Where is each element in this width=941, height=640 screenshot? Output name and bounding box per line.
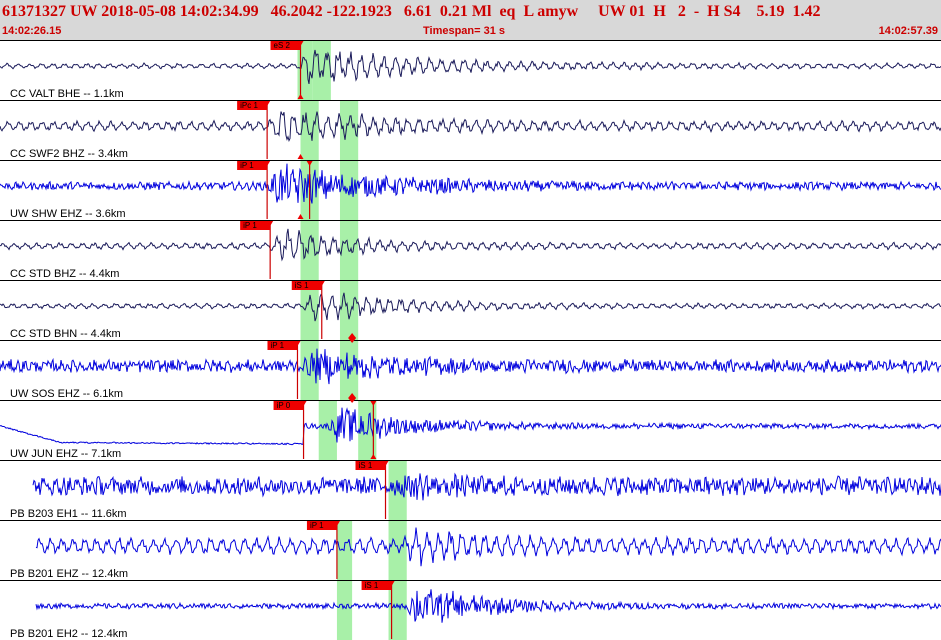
traces xyxy=(0,40,941,623)
waveform xyxy=(0,348,941,385)
waveform xyxy=(0,228,941,262)
station-label: PB B201 EHZ -- 12.4km xyxy=(10,568,128,580)
pick-label: eS 2 xyxy=(274,41,291,50)
station-labels: CC VALT BHE -- 1.1km CC SWF2 BHZ -- 3.4km… xyxy=(10,88,128,640)
pick-label: iS 1 xyxy=(365,581,379,590)
station-label: CC VALT BHE -- 1.1km xyxy=(10,88,124,100)
pick-window xyxy=(312,40,331,100)
pick-label: iP 1 xyxy=(240,161,254,170)
pick-label: iS 1 xyxy=(359,461,373,470)
pick-label: iS 1 xyxy=(295,281,309,290)
waveform xyxy=(0,111,941,143)
timespan-label: Timespan= 31 s xyxy=(423,25,506,37)
pick-label: iP 1 xyxy=(243,221,257,230)
pick-label: iP 0 xyxy=(277,401,291,410)
seismogram-panel[interactable]: eS 2 iPc 1 iP 1 iP 1 iS 1 iP 1 iP 0 iS 1 iP 1 iS … xyxy=(0,40,941,640)
event-header: 61371327 UW 2018-05-08 14:02:34.99 46.20… xyxy=(0,0,941,41)
waveform xyxy=(0,407,941,446)
station-label: PB B201 EH2 -- 12.4km xyxy=(10,628,127,640)
station-label: PB B203 EH1 -- 11.6km xyxy=(10,508,127,520)
waveform xyxy=(0,49,941,85)
station-label: UW SHW EHZ -- 3.6km xyxy=(10,208,126,220)
pick-label: iP 1 xyxy=(270,341,284,350)
waveform xyxy=(0,163,941,204)
station-label: CC SWF2 BHZ -- 3.4km xyxy=(10,148,128,160)
event-summary: 61371327 UW 2018-05-08 14:02:34.99 46.20… xyxy=(2,3,821,20)
waveform xyxy=(35,589,941,623)
station-label: UW SOS EHZ -- 6.1km xyxy=(10,388,123,400)
waveform xyxy=(0,292,941,322)
pick-label: iP 1 xyxy=(310,521,324,530)
station-label: CC STD BHZ -- 4.4km xyxy=(10,268,119,280)
station-label: UW JUN EHZ -- 7.1km xyxy=(10,448,121,460)
pick-label: iPc 1 xyxy=(240,101,258,110)
waveform xyxy=(35,527,941,567)
station-label: CC STD BHN -- 4.4km xyxy=(10,328,121,340)
waveform xyxy=(32,472,941,501)
end-time: 14:02:57.39 xyxy=(878,25,938,37)
start-time: 14:02:26.15 xyxy=(2,25,62,37)
